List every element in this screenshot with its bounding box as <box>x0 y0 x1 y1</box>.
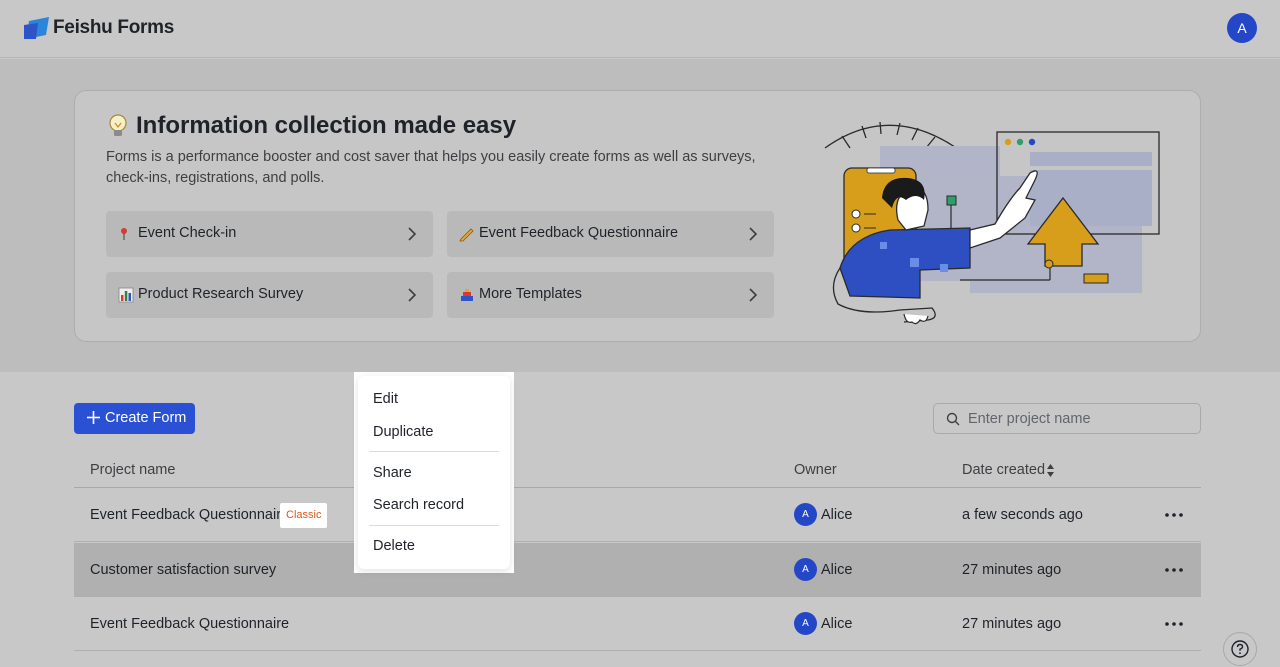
project-name[interactable]: Customer satisfaction survey <box>90 562 276 578</box>
menu-item-delete[interactable]: Delete <box>373 538 415 554</box>
table-row[interactable]: Event Feedback Questionnaire Classic A A… <box>74 488 1201 542</box>
template-label: Product Research Survey <box>138 286 304 302</box>
date-created: a few seconds ago <box>962 507 1083 523</box>
menu-item-duplicate[interactable]: Duplicate <box>373 424 433 440</box>
project-name[interactable]: Event Feedback Questionnaire <box>90 507 289 523</box>
chevron-right-icon <box>749 227 758 241</box>
question-mark-icon <box>1231 640 1249 658</box>
app-brand[interactable]: Feishu Forms <box>53 17 174 39</box>
project-name[interactable]: Event Feedback Questionnaire <box>90 616 289 632</box>
template-event-feedback[interactable]: Event Feedback Questionnaire <box>447 211 774 257</box>
template-label: Event Check-in <box>138 225 237 241</box>
column-header-owner: Owner <box>794 462 837 478</box>
owner-avatar: A <box>794 558 817 581</box>
menu-item-search-record[interactable]: Search record <box>373 497 464 513</box>
date-created: 27 minutes ago <box>962 616 1062 632</box>
column-header-project-name: Project name <box>90 462 176 478</box>
chevron-right-icon <box>749 288 758 302</box>
menu-item-edit[interactable]: Edit <box>373 391 398 407</box>
plus-icon <box>87 411 100 424</box>
table-row[interactable]: Event Feedback Questionnaire A Alice 27 … <box>74 597 1201 651</box>
menu-divider <box>369 451 499 452</box>
menu-divider <box>369 525 499 526</box>
more-options-icon[interactable] <box>1163 506 1185 524</box>
owner-name: Alice <box>821 562 853 578</box>
pencil-icon <box>459 228 474 242</box>
owner-name: Alice <box>821 507 853 523</box>
chevron-right-icon <box>408 288 417 302</box>
template-label: Event Feedback Questionnaire <box>479 225 679 241</box>
date-created: 27 minutes ago <box>962 562 1062 578</box>
more-options-icon[interactable] <box>1163 615 1185 633</box>
search-input[interactable] <box>968 408 1193 430</box>
pin-icon <box>121 228 127 240</box>
menu-item-share[interactable]: Share <box>373 465 412 481</box>
template-event-check-in[interactable]: Event Check-in <box>106 211 433 257</box>
template-more-templates[interactable]: More Templates <box>447 272 774 318</box>
classic-badge: Classic <box>280 503 328 528</box>
top-bar: Feishu Forms A <box>0 0 1280 58</box>
lightbulb-icon <box>109 114 127 136</box>
create-form-label: Create Form <box>105 410 187 426</box>
owner-name: Alice <box>821 616 853 632</box>
banner-title: Information collection made easy <box>136 112 517 139</box>
more-options-icon[interactable] <box>1163 561 1185 579</box>
search-icon <box>946 412 960 426</box>
template-product-research[interactable]: Product Research Survey <box>106 272 433 318</box>
user-avatar[interactable]: A <box>1227 13 1257 43</box>
owner-avatar: A <box>794 612 817 635</box>
template-label: More Templates <box>479 286 582 302</box>
project-search[interactable] <box>933 403 1201 434</box>
table-row[interactable]: Customer satisfaction survey A Alice 27 … <box>74 543 1201 597</box>
chevron-right-icon <box>408 227 417 241</box>
column-header-date-created[interactable]: Date created <box>962 462 1045 478</box>
banner-description: Forms is a performance booster and cost … <box>106 149 756 186</box>
templates-icon <box>461 289 473 301</box>
owner-avatar: A <box>794 503 817 526</box>
create-form-button[interactable]: Create Form <box>74 403 195 434</box>
banner-illustration <box>824 121 1160 325</box>
sort-icon[interactable] <box>1046 463 1055 478</box>
feishu-forms-logo-icon <box>24 17 49 39</box>
context-menu: Edit Duplicate Share Search record Delet… <box>358 376 510 569</box>
bar-chart-icon <box>118 287 134 303</box>
help-button[interactable] <box>1223 632 1257 666</box>
